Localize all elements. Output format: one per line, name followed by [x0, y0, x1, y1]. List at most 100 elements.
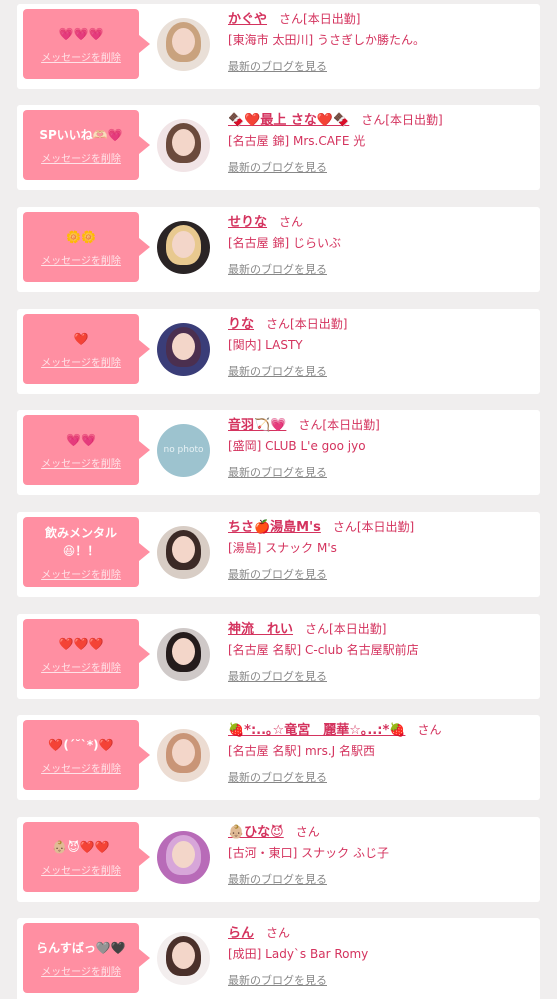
cast-info: 🍓*:..｡☆竜宮 麗華☆｡..:*🍓 さん [名古屋 名駅] mrs.J 名駅西…	[228, 719, 532, 785]
honorific: さん	[279, 215, 304, 229]
latest-blog-link[interactable]: 最新のブログを見る	[228, 972, 327, 988]
delete-message-link[interactable]: メッセージを削除	[41, 963, 121, 978]
cast-info: 👶🏼ひな😈 さん [古河・東口] スナック ふじ子 最新のブログを見る	[228, 821, 532, 887]
message-list: 💗💗💗 メッセージを削除 かぐや さん[本日出勤] [東海市 太田川] うさぎしか…	[0, 0, 557, 999]
name-line: かぐや さん[本日出勤]	[228, 8, 532, 28]
delete-message-link[interactable]: メッセージを削除	[41, 49, 121, 64]
list-item: 💗💗 メッセージを削除 no photo 音羽🏹💗 さん[本日出勤] [盛岡] C…	[17, 410, 540, 495]
delete-message-link[interactable]: メッセージを削除	[41, 252, 121, 267]
reaction-bubble: ❤️❤️❤️ メッセージを削除	[23, 619, 150, 689]
cast-info: りな さん[本日出勤] [関内] LASTY 最新のブログを見る	[228, 313, 532, 379]
name-line: りな さん[本日出勤]	[228, 313, 532, 333]
cast-info: ちさ🍎湯島M's さん[本日出勤] [湯島] スナック M's 最新のブログを見る	[228, 516, 532, 582]
latest-blog-link[interactable]: 最新のブログを見る	[228, 261, 327, 277]
shop-info: [名古屋 名駅] mrs.J 名駅西	[228, 744, 376, 758]
list-item: ❤️❤️❤️ メッセージを削除 神流 れい さん[本日出勤] [名古屋 名駅] C…	[17, 614, 540, 699]
latest-blog-link[interactable]: 最新のブログを見る	[228, 871, 327, 887]
honorific: さん	[266, 926, 291, 940]
latest-blog-link[interactable]: 最新のブログを見る	[228, 363, 327, 379]
avatar-face	[172, 739, 195, 766]
reaction-bubble: らんすばっ🩶🖤 メッセージを削除	[23, 923, 150, 993]
avatar-face	[172, 638, 195, 665]
avatar[interactable]	[157, 526, 210, 579]
cast-name-link[interactable]: ちさ🍎湯島M's	[228, 520, 321, 535]
reaction-text: 👶🏼😈❤️❤️	[52, 839, 110, 854]
cast-info: 🍫❤️最上 さな❤️🍫 さん[本日出勤] [名古屋 錦] Mrs.CAFE 光 最…	[228, 109, 532, 175]
latest-blog-link[interactable]: 最新のブログを見る	[228, 159, 327, 175]
avatar[interactable]	[157, 221, 210, 274]
reaction-text: SPいいね🫶🏻💗	[39, 127, 123, 142]
name-line: 音羽🏹💗 さん[本日出勤]	[228, 414, 532, 434]
cast-name-link[interactable]: せりな	[228, 215, 267, 230]
shop-info: [名古屋 錦] じらいぶ	[228, 236, 341, 250]
avatar-face	[172, 231, 195, 258]
shop-info: [古河・東口] スナック ふじ子	[228, 846, 389, 860]
latest-blog-link[interactable]: 最新のブログを見る	[228, 58, 327, 74]
cast-name-link[interactable]: 神流 れい	[228, 622, 293, 637]
delete-message-link[interactable]: メッセージを削除	[41, 150, 121, 165]
status-badge: [本日出勤]	[385, 113, 443, 127]
reaction-text: らんすばっ🩶🖤	[36, 940, 126, 955]
cast-info: らん さん [成田] Lady`s Bar Romy 最新のブログを見る	[228, 922, 532, 988]
avatar-face	[172, 28, 195, 55]
avatar[interactable]	[157, 729, 210, 782]
status-badge: [本日出勤]	[303, 12, 361, 26]
cast-name-link[interactable]: りな	[228, 317, 254, 332]
cast-name-link[interactable]: 音羽🏹💗	[228, 418, 286, 433]
list-item: ❤️(´˘`*)❤️ メッセージを削除 🍓*:..｡☆竜宮 麗華☆｡..:*🍓 さ…	[17, 715, 540, 800]
reaction-bubble: 💗💗💗 メッセージを削除	[23, 9, 150, 79]
avatar[interactable]	[157, 628, 210, 681]
avatar-face	[172, 129, 195, 156]
cast-name-link[interactable]: 🍫❤️最上 さな❤️🍫	[228, 113, 349, 128]
avatar[interactable]	[157, 932, 210, 985]
honorific: さん	[266, 317, 291, 331]
delete-message-link[interactable]: メッセージを削除	[41, 659, 121, 674]
avatar[interactable]: no photo	[157, 424, 210, 477]
honorific: さん	[417, 723, 442, 737]
latest-blog-link[interactable]: 最新のブログを見る	[228, 566, 327, 582]
reaction-text: 💗💗💗	[58, 26, 104, 41]
honorific: さん	[332, 520, 357, 534]
avatar-face	[172, 841, 195, 868]
reaction-bubble: ❤️ メッセージを削除	[23, 314, 150, 384]
shop-info: [名古屋 名駅] C-club 名古屋駅前店	[228, 643, 419, 657]
cast-name-link[interactable]: らん	[228, 926, 254, 941]
reaction-text: 飲みメンタル 😆！！	[44, 525, 117, 558]
shop-info: [盛岡] CLUB L'e goo jyo	[228, 439, 366, 453]
delete-message-link[interactable]: メッセージを削除	[41, 566, 121, 581]
list-item: 💗💗💗 メッセージを削除 かぐや さん[本日出勤] [東海市 太田川] うさぎしか…	[17, 4, 540, 89]
delete-message-link[interactable]: メッセージを削除	[41, 455, 121, 470]
shop-info: [湯島] スナック M's	[228, 541, 337, 555]
reaction-text: 💗💗	[66, 432, 96, 447]
list-item: ❤️ メッセージを削除 りな さん[本日出勤] [関内] LASTY 最新のブログ…	[17, 309, 540, 394]
cast-name-link[interactable]: かぐや	[228, 12, 267, 27]
latest-blog-link[interactable]: 最新のブログを見る	[228, 769, 327, 785]
list-item: らんすばっ🩶🖤 メッセージを削除 らん さん [成田] Lady`s Bar Ro…	[17, 918, 540, 999]
avatar-face	[172, 333, 195, 360]
cast-info: せりな さん [名古屋 錦] じらいぶ 最新のブログを見る	[228, 211, 532, 277]
name-line: 👶🏼ひな😈 さん	[228, 821, 532, 841]
honorific: さん	[279, 12, 304, 26]
shop-info: [名古屋 錦] Mrs.CAFE 光	[228, 134, 366, 148]
honorific: さん	[361, 113, 386, 127]
no-photo-label: no photo	[163, 445, 204, 455]
cast-name-link[interactable]: 👶🏼ひな😈	[228, 825, 284, 840]
list-item: 飲みメンタル 😆！！ メッセージを削除 ちさ🍎湯島M's さん[本日出勤] [湯島…	[17, 512, 540, 597]
name-line: せりな さん	[228, 211, 532, 231]
avatar[interactable]	[157, 18, 210, 71]
reaction-bubble: ❤️(´˘`*)❤️ メッセージを削除	[23, 720, 150, 790]
honorific: さん	[298, 418, 323, 432]
name-line: 神流 れい さん[本日出勤]	[228, 618, 532, 638]
delete-message-link[interactable]: メッセージを削除	[41, 862, 121, 877]
latest-blog-link[interactable]: 最新のブログを見る	[228, 464, 327, 480]
delete-message-link[interactable]: メッセージを削除	[41, 760, 121, 775]
name-line: らん さん	[228, 922, 532, 942]
avatar[interactable]	[157, 831, 210, 884]
latest-blog-link[interactable]: 最新のブログを見る	[228, 668, 327, 684]
avatar[interactable]	[157, 323, 210, 376]
delete-message-link[interactable]: メッセージを削除	[41, 354, 121, 369]
cast-name-link[interactable]: 🍓*:..｡☆竜宮 麗華☆｡..:*🍓	[228, 723, 405, 738]
honorific: さん	[295, 825, 320, 839]
avatar[interactable]	[157, 119, 210, 172]
shop-info: [成田] Lady`s Bar Romy	[228, 947, 369, 961]
